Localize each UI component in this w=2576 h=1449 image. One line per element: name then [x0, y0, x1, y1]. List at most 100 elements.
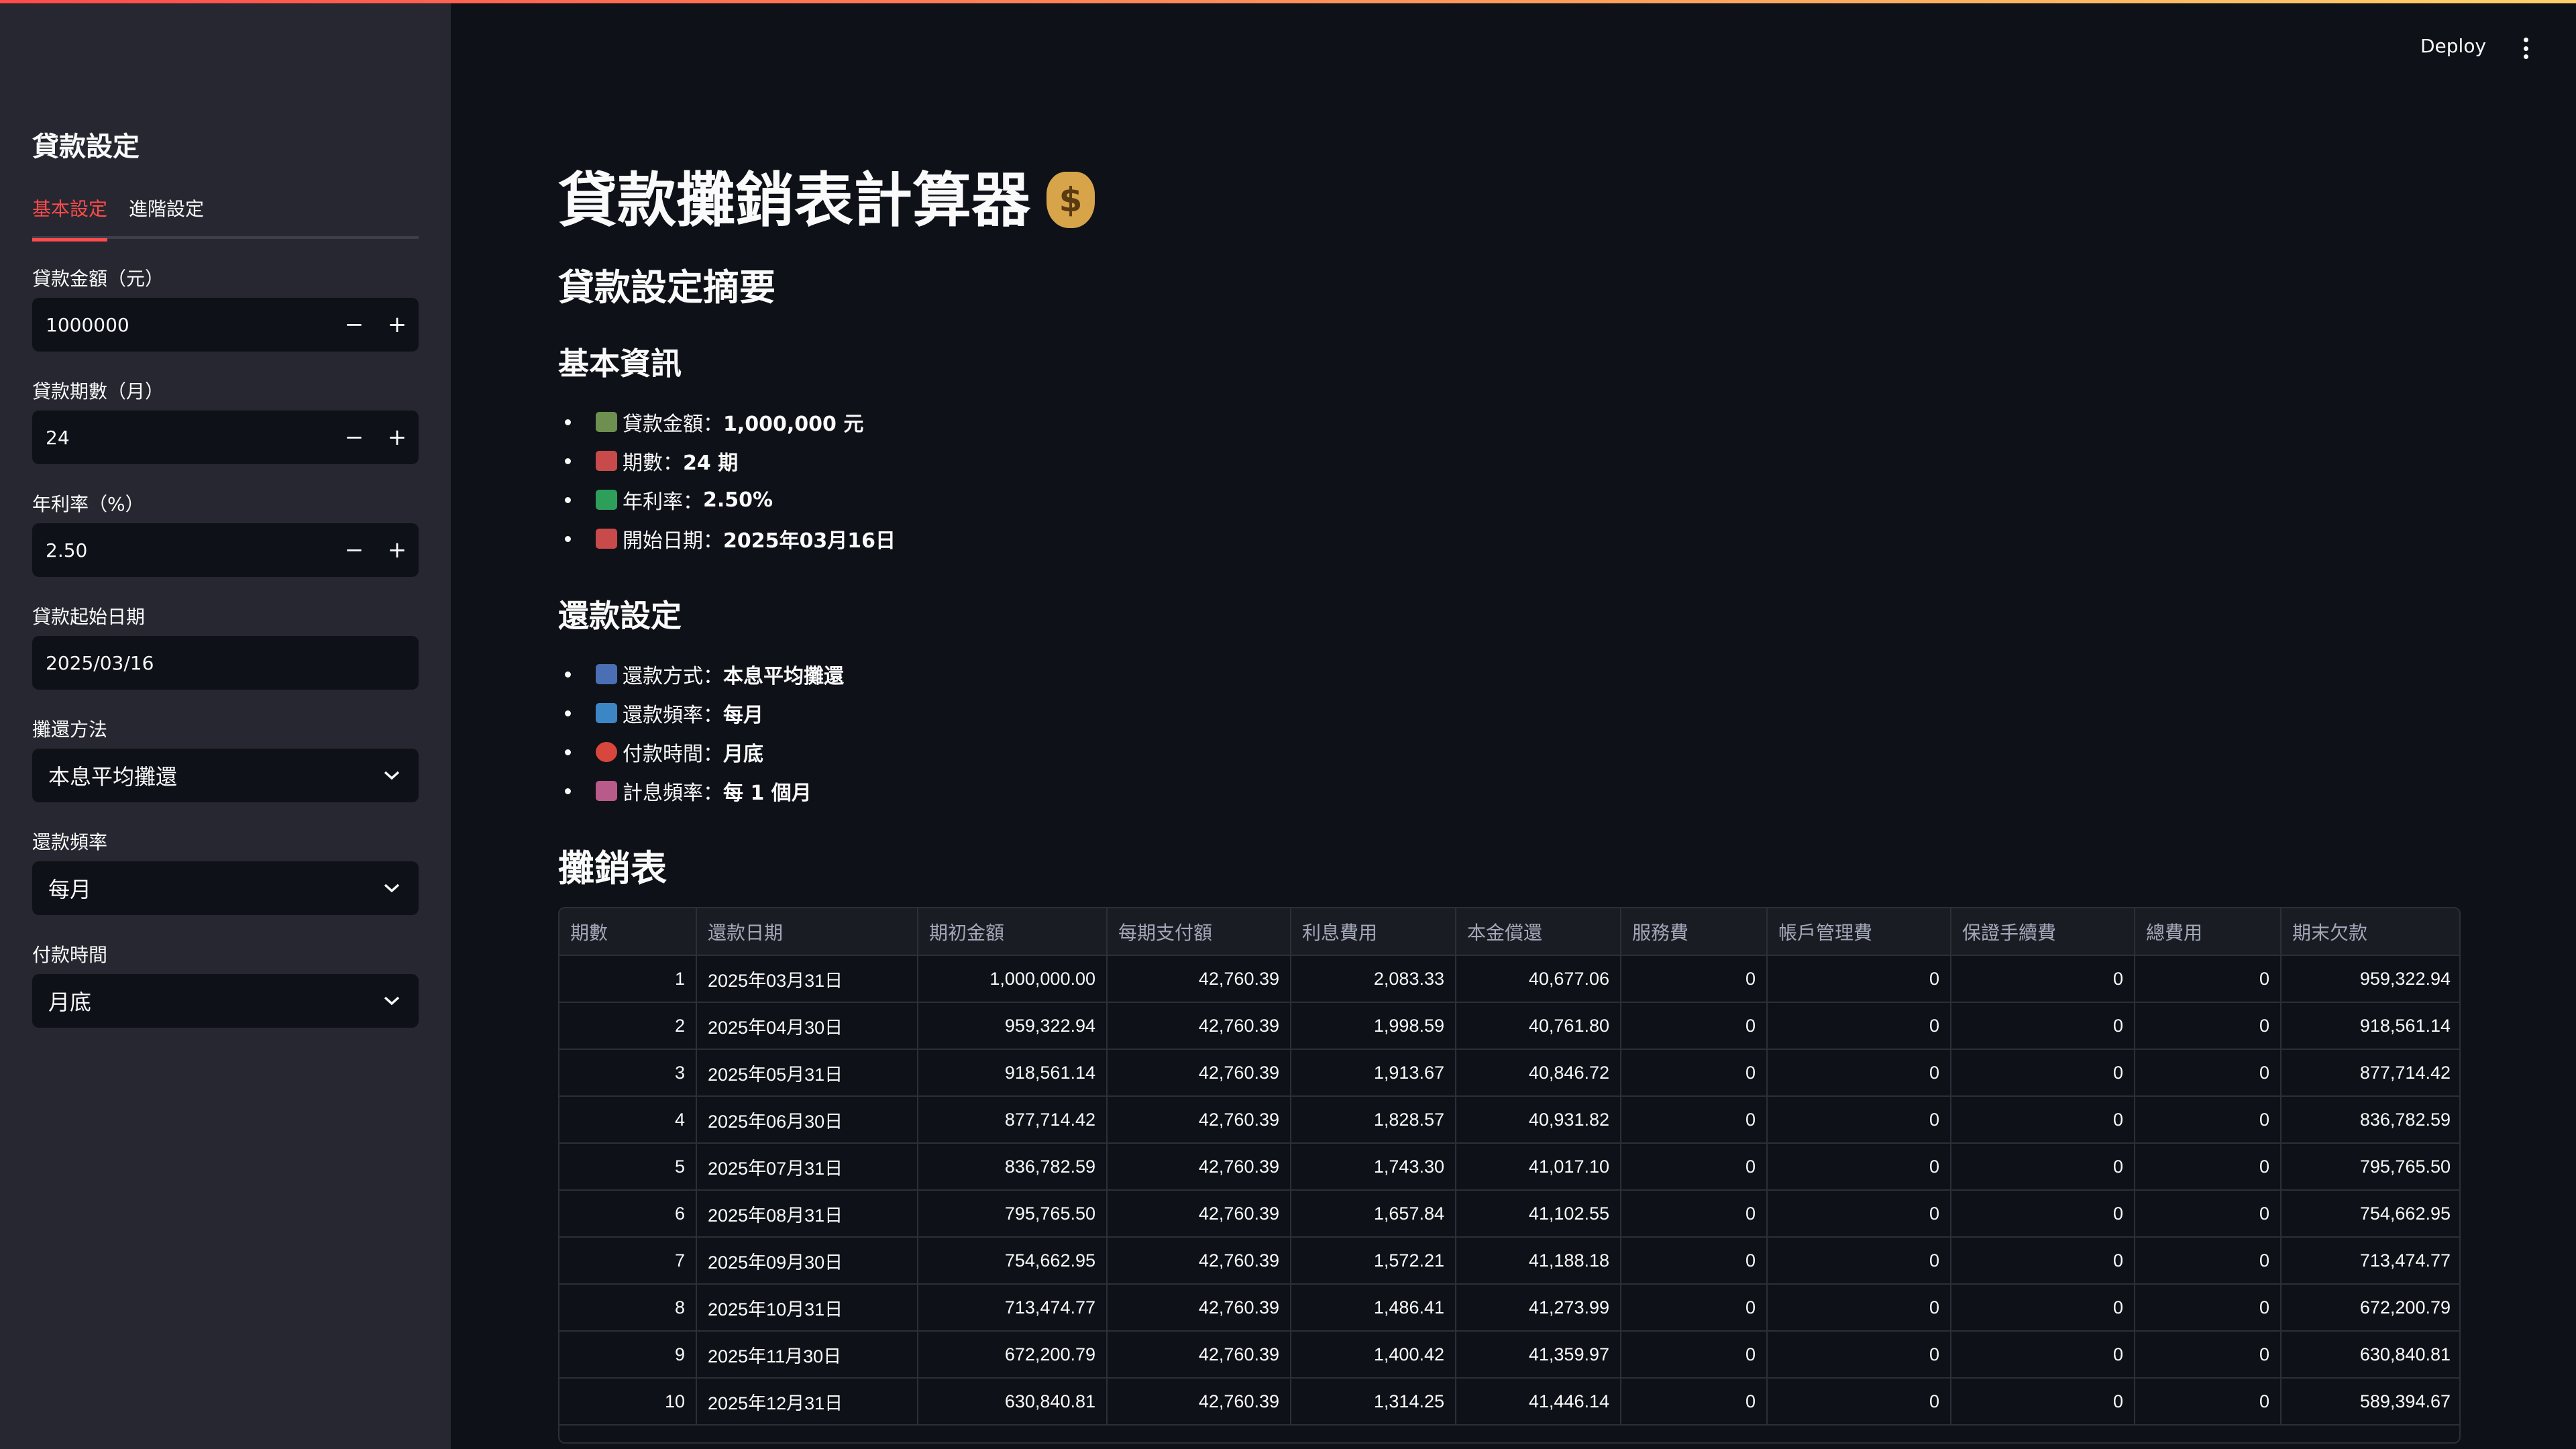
table-cell: 2025年12月31日	[696, 1378, 918, 1426]
chevron-down-icon[interactable]	[365, 861, 419, 915]
table-cell: 0	[2135, 1284, 2282, 1332]
table-cell: 42,760.39	[1107, 1284, 1291, 1332]
amortization-heading: 攤銷表	[558, 847, 667, 890]
annual-rate-value[interactable]: 2.50	[32, 539, 333, 561]
table-row[interactable]: 2 2025年04月30日 959,322.94 42,760.39 1,998.59 4…	[559, 1002, 2459, 1050]
item-label: 還款方式：	[623, 665, 723, 688]
column-header[interactable]: 每期支付額	[1107, 908, 1291, 956]
column-header[interactable]: 利息費用	[1291, 908, 1456, 956]
column-header[interactable]: 帳戶管理費	[1767, 908, 1951, 956]
amortization-table[interactable]: 期數 還款日期 期初金額 每期支付額 利息費用 本金償還 服務費 帳戶管理費 保證手續費 總費用期…	[558, 907, 2461, 1444]
timing-select[interactable]: 月底	[32, 974, 419, 1028]
loan-periods-decrement-button[interactable]: −	[333, 411, 376, 464]
loan-periods-value[interactable]: 24	[32, 427, 333, 449]
summary-heading: 貸款設定摘要	[558, 266, 775, 309]
table-row[interactable]: 1 2025年03月31日 1,000,000.00 42,760.39 2,083.3…	[559, 955, 2459, 1003]
table-cell: 959,322.94	[2281, 955, 2459, 1003]
table-cell: 0	[1621, 1049, 1768, 1097]
item-label: 年利率：	[623, 490, 703, 514]
loan-amount-decrement-button[interactable]: −	[333, 298, 376, 352]
frequency-select[interactable]: 每月	[32, 861, 419, 915]
item-value: 2025年03月16日	[723, 529, 896, 553]
table-cell: 2025年03月31日	[696, 955, 918, 1003]
table-row[interactable]: 4 2025年06月30日 877,714.42 42,760.39 1,828.57 4…	[559, 1096, 2459, 1144]
tab-basic-settings[interactable]: 基本設定	[32, 195, 108, 241]
column-header[interactable]: 保證手續費	[1951, 908, 2135, 956]
chevron-down-icon[interactable]	[365, 749, 419, 802]
table-cell: 0	[2135, 1002, 2282, 1050]
start-date-input[interactable]: 2025/03/16	[32, 636, 419, 690]
frequency-value: 每月	[48, 877, 92, 902]
sidebar-title: 貸款設定	[32, 131, 140, 162]
bar-chart-icon	[596, 664, 617, 684]
chevron-down-icon[interactable]	[365, 974, 419, 1028]
table-cell: 40,846.72	[1456, 1049, 1621, 1097]
loan-amount-input[interactable]: 1000000 − +	[32, 298, 419, 352]
column-header[interactable]: 服務費	[1621, 908, 1768, 956]
table-cell: 713,474.77	[918, 1284, 1108, 1332]
annual-rate-increment-button[interactable]: +	[376, 523, 419, 577]
column-header[interactable]: 還款日期	[696, 908, 918, 956]
tab-advanced-settings[interactable]: 進階設定	[129, 195, 204, 239]
table-row[interactable]: 5 2025年07月31日 836,782.59 42,760.39 1,743.30 4…	[559, 1143, 2459, 1191]
chart-increasing-icon	[596, 490, 617, 510]
column-header[interactable]: 本金償還	[1456, 908, 1621, 956]
table-cell: 0	[1767, 1002, 1951, 1050]
table-cell: 0	[1951, 955, 2135, 1003]
table-cell: 2025年11月30日	[696, 1331, 918, 1379]
method-select[interactable]: 本息平均攤還	[32, 749, 419, 802]
column-header[interactable]: 期初金額	[918, 908, 1108, 956]
table-cell: 41,017.10	[1456, 1143, 1621, 1191]
frequency-label: 還款頻率	[32, 831, 108, 853]
column-header[interactable]: 期數	[559, 908, 697, 956]
loan-periods-input[interactable]: 24 − +	[32, 411, 419, 464]
table-row[interactable]: 8 2025年10月31日 713,474.77 42,760.39 1,486.41 4…	[559, 1284, 2459, 1332]
page-title: 貸款攤銷表計算器 $	[558, 153, 1095, 238]
table-cell: 0	[1767, 1284, 1951, 1332]
list-item: 付款時間： 月底	[558, 733, 844, 771]
list-item: 期數： 24 期	[558, 441, 896, 480]
table-cell: 3	[559, 1049, 697, 1097]
loan-amount-value[interactable]: 1000000	[32, 314, 333, 336]
table-cell: 877,714.42	[2281, 1049, 2459, 1097]
table-cell: 836,782.59	[2281, 1096, 2459, 1144]
table-row[interactable]: 10 2025年12月31日 630,840.81 42,760.39 1,314.25…	[559, 1378, 2459, 1426]
kebab-menu-icon[interactable]	[2516, 35, 2536, 62]
table-cell: 1,913.67	[1291, 1049, 1456, 1097]
table-row[interactable]: 7 2025年09月30日 754,662.95 42,760.39 1,572.21 4…	[559, 1237, 2459, 1285]
table-cell: 6	[559, 1190, 697, 1238]
table-cell: 918,561.14	[2281, 1002, 2459, 1050]
table-cell: 10	[559, 1378, 697, 1426]
table-cell: 0	[1621, 1331, 1768, 1379]
table-cell: 0	[1951, 1284, 2135, 1332]
table-cell: 836,782.59	[918, 1143, 1108, 1191]
repayment-list: 還款方式： 本息平均攤還 還款頻率： 每月 付款時間： 月底 計息頻率：每 1 個月	[558, 655, 844, 810]
item-value: 每 1 個月	[723, 782, 812, 805]
table-row[interactable]: 3 2025年05月31日 918,561.14 42,760.39 1,913.67 4…	[559, 1049, 2459, 1097]
deploy-button[interactable]: Deploy	[2420, 35, 2486, 57]
column-header[interactable]: 總費用	[2135, 908, 2282, 956]
money-bag-icon: $	[1046, 171, 1095, 228]
table-cell: 0	[1621, 955, 1768, 1003]
table-cell: 2025年04月30日	[696, 1002, 918, 1050]
list-item: 計息頻率：每 1 個月	[558, 771, 844, 810]
table-cell: 1	[559, 955, 697, 1003]
table-row[interactable]: 6 2025年08月31日 795,765.50 42,760.39 1,657.84 4…	[559, 1190, 2459, 1238]
table-row[interactable]: 9 2025年11月30日 672,200.79 42,760.39 1,400.42 4…	[559, 1331, 2459, 1379]
start-date-label: 貸款起始日期	[32, 606, 146, 628]
table-cell: 0	[1621, 1237, 1768, 1285]
item-value: 本息平均攤還	[723, 665, 844, 688]
annual-rate-decrement-button[interactable]: −	[333, 523, 376, 577]
loan-periods-increment-button[interactable]: +	[376, 411, 419, 464]
start-date-value[interactable]: 2025/03/16	[32, 652, 419, 674]
item-value: 2.50%	[703, 488, 773, 512]
annual-rate-input[interactable]: 2.50 − +	[32, 523, 419, 577]
column-header[interactable]: 期末欠款	[2281, 908, 2459, 956]
item-label: 開始日期：	[623, 529, 723, 553]
loan-amount-increment-button[interactable]: +	[376, 298, 419, 352]
table-cell: 2025年10月31日	[696, 1284, 918, 1332]
table-cell: 754,662.95	[918, 1237, 1108, 1285]
banknote-icon	[596, 412, 617, 432]
table-cell: 42,760.39	[1107, 955, 1291, 1003]
table-cell: 2025年05月31日	[696, 1049, 918, 1097]
